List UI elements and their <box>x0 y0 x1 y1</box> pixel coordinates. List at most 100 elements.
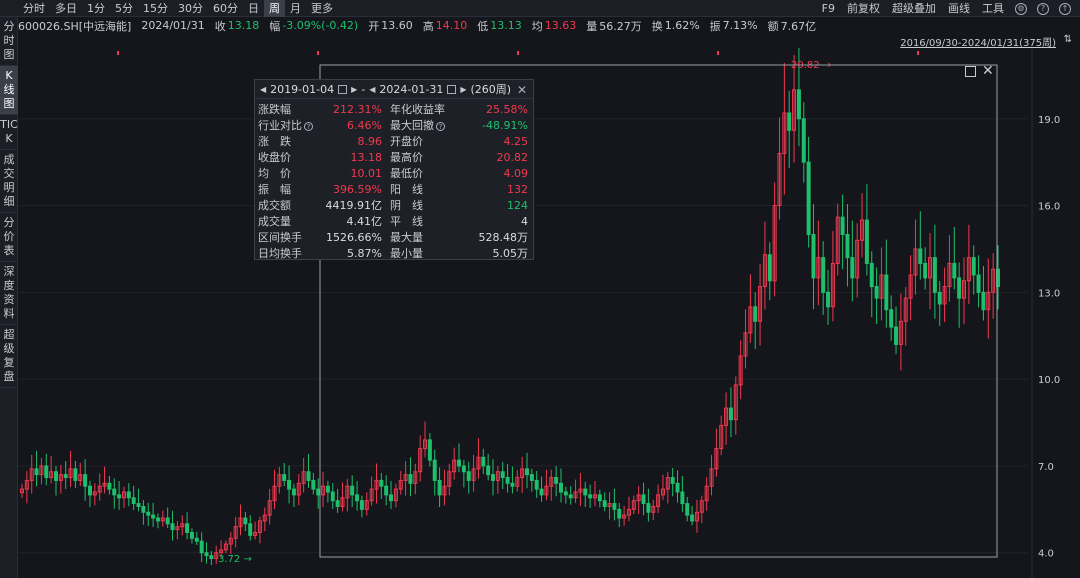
period-tab[interactable]: 多日 <box>50 0 82 17</box>
close-icon[interactable]: ✕ <box>517 83 527 97</box>
period-tab[interactable]: 60分 <box>208 0 243 17</box>
stat-label: 区间换手 <box>258 229 318 245</box>
avg-value: 13.63 <box>544 19 577 32</box>
candle-body <box>869 262 874 288</box>
help-icon[interactable]: ? <box>304 121 313 131</box>
candle-body <box>767 254 772 282</box>
overlay-button[interactable]: 超级叠加 <box>886 0 942 17</box>
candle-body <box>204 552 209 557</box>
next-end-icon[interactable]: ▶ <box>458 85 468 94</box>
candle-body <box>306 471 311 481</box>
stat-label-text: 开盘价 <box>390 135 423 148</box>
help-icon[interactable]: ? <box>436 121 445 131</box>
stat-label: 成交额 <box>258 197 318 213</box>
stats-row: 日均换手 5.87% 最小量 5.05万 <box>258 245 530 261</box>
next-start-icon[interactable]: ▶ <box>349 85 359 94</box>
sidebar-item[interactable]: 分价表 <box>0 213 18 262</box>
sidebar-item[interactable]: 超级复盘 <box>0 325 18 388</box>
toolbar-right: F9 前复权 超级叠加 画线 工具 ⚙ ? ↑ <box>816 0 1076 17</box>
stat-label-text: 振 幅 <box>258 183 291 196</box>
sidebar-item[interactable]: 分时图 <box>0 17 18 66</box>
period-tab[interactable]: 15分 <box>138 0 173 17</box>
candle-body <box>199 540 204 554</box>
stat-label-text: 涨 跌 <box>258 135 291 148</box>
period-tab[interactable]: 日 <box>243 0 264 17</box>
stat-value-text: 8.96 <box>357 134 383 148</box>
candle-body <box>189 531 194 539</box>
tools-button[interactable]: 工具 <box>976 0 1010 17</box>
help-icon[interactable]: ? <box>1037 2 1049 15</box>
selection-box-controls: ✕ <box>965 64 994 78</box>
adjust-button[interactable]: 前复权 <box>841 0 886 17</box>
prev-end-icon[interactable]: ◀ <box>367 85 377 94</box>
stat-value-text: 4.09 <box>503 166 529 180</box>
sidebar-item[interactable]: TICK <box>0 115 18 150</box>
candle-body <box>539 488 544 496</box>
stats-row: 成交量 4.41亿平 线 4 <box>258 213 530 229</box>
stat-label-text: 年化收益率 <box>390 103 445 116</box>
end-date[interactable]: 2024-01-31 <box>377 83 445 96</box>
period-tab[interactable]: 月 <box>285 0 306 17</box>
y-tick-label: 7.0 <box>1038 462 1054 473</box>
stat-value-text: 5.87% <box>347 246 382 260</box>
candle-body <box>170 523 175 531</box>
candle-body <box>568 494 573 499</box>
period-tab[interactable]: 分时 <box>18 0 50 17</box>
draw-button[interactable]: 画线 <box>942 0 976 17</box>
stat-label-text: 最小量 <box>390 247 423 260</box>
sidebar-item[interactable]: K线图 <box>0 66 18 115</box>
candle-body <box>534 479 539 490</box>
candle-body <box>554 477 559 484</box>
range-text[interactable]: 2016/09/30-2024/01/31(375周) <box>900 34 1056 49</box>
sidebar-item[interactable]: 深度资料 <box>0 262 18 325</box>
maximize-icon[interactable] <box>965 66 976 77</box>
close-selection-icon[interactable]: ✕ <box>982 64 994 78</box>
stat-value: 5.05万 <box>454 245 529 261</box>
up-arrow-icon[interactable]: ↑ <box>1059 2 1071 15</box>
stat-label-text: 阳 线 <box>390 183 423 196</box>
candle-body <box>685 503 690 516</box>
sidebar-item[interactable]: 成交明细 <box>0 150 18 213</box>
stat-label: 最大回撤? <box>390 117 454 133</box>
candle-body <box>923 262 928 279</box>
candle-body <box>884 274 889 311</box>
stat-label-text: 成交量 <box>258 215 291 228</box>
stat-value-text: 4419.91亿 <box>325 199 383 212</box>
candle-body <box>617 508 622 519</box>
chart-svg[interactable]: 19.016.013.010.07.04.020.82 →3.72 → <box>18 48 1080 578</box>
period-tab[interactable]: 1分 <box>82 0 110 17</box>
candle-body <box>53 471 58 481</box>
candlestick-chart[interactable]: 19.0 16.0 13.0 10.0 7.0 4.0 20.82 → 3.72 → <box>18 48 1080 578</box>
calendar-icon[interactable] <box>447 84 457 94</box>
settings-icon[interactable]: ⚙ <box>1015 2 1027 15</box>
stats-row: 收盘价 13.18 最高价 20.82 <box>258 149 530 165</box>
candle-body <box>845 233 850 259</box>
amplitude-label: 振 <box>709 19 721 33</box>
period-tab[interactable]: 5分 <box>110 0 138 17</box>
f9-button[interactable]: F9 <box>816 0 841 17</box>
stats-row: 涨跌幅 212.31% 年化收益率 25.58% <box>258 101 530 117</box>
period-tab[interactable]: 更多 <box>306 0 338 17</box>
calendar-icon[interactable] <box>338 84 348 94</box>
stat-label-text: 涨跌幅 <box>258 103 291 116</box>
candle-body <box>558 482 563 493</box>
candle-body <box>282 474 287 481</box>
candle-body <box>811 233 816 279</box>
candle-body <box>141 505 146 513</box>
stat-value: 4419.91亿 <box>318 197 390 213</box>
stat-label-text: 最低价 <box>390 167 423 180</box>
stock-code: 600026.SH[中远海能] <box>18 19 132 33</box>
prev-start-icon[interactable]: ◀ <box>258 85 268 94</box>
y-tick-label: 16.0 <box>1038 202 1060 213</box>
expand-icon[interactable]: ⇅ <box>1064 34 1072 45</box>
period-tab[interactable]: 周 <box>264 0 285 17</box>
stat-value-text: 396.59% <box>333 182 382 196</box>
range-bar: 2016/09/30-2024/01/31(375周) ⇅ <box>18 34 1080 49</box>
candle-body <box>165 517 170 525</box>
stat-label: 年化收益率 <box>390 101 454 117</box>
stat-value: 5.87% <box>318 247 390 260</box>
candle-body <box>316 488 321 496</box>
stat-value: 13.18 <box>318 151 390 164</box>
start-date[interactable]: 2019-01-04 <box>268 83 336 96</box>
period-tab[interactable]: 30分 <box>173 0 208 17</box>
